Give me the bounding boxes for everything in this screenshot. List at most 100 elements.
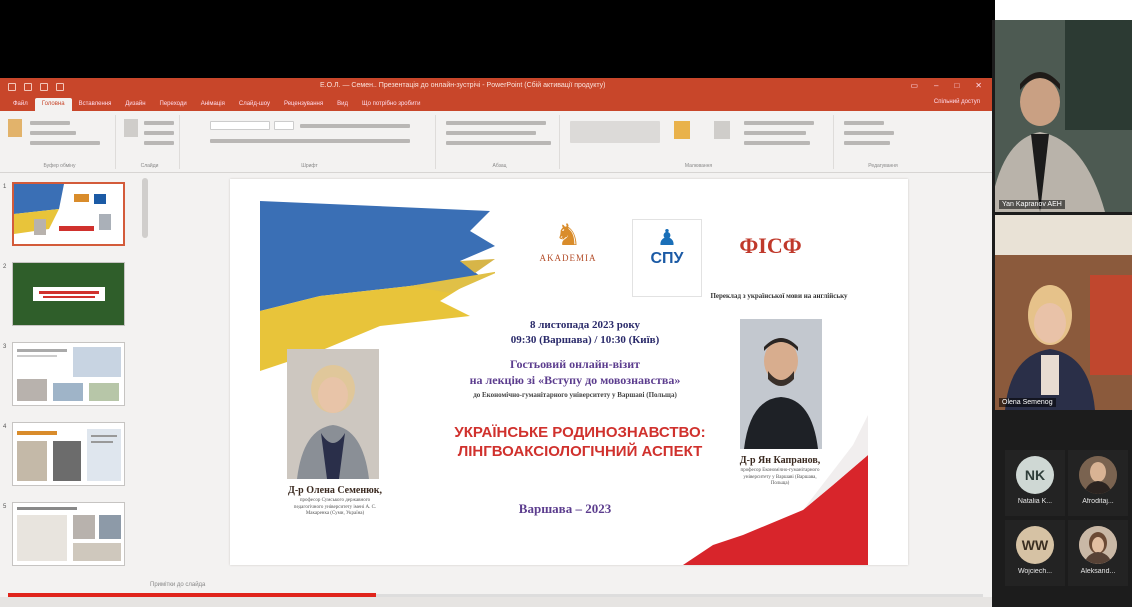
participant4-avatar (1079, 526, 1117, 564)
participant-tile-1[interactable]: NK Natalia K... (1005, 450, 1065, 516)
tab-transitions[interactable]: Переходи (153, 101, 194, 111)
save-icon[interactable] (8, 82, 16, 91)
akademia-logo-text: AKADEMIA (539, 253, 597, 263)
group-label-clipboard: Буфер обміну (43, 163, 76, 169)
group-label-drawing: Малювання (684, 163, 713, 169)
spu-logo-text: СПУ (650, 250, 684, 267)
video-tile-1[interactable]: Yan Kapranov AEH (995, 20, 1132, 212)
participant1-name: Natalia K... (1017, 498, 1053, 505)
thumb3-art (17, 347, 121, 401)
format-painter-button[interactable] (30, 141, 100, 145)
tab-insert[interactable]: Вставлення (72, 101, 119, 111)
video2-name-label: Olena Semenog (999, 398, 1056, 407)
thumb5-art (17, 507, 121, 561)
arrange-icon[interactable] (674, 121, 690, 139)
participant2-name: Afroditaj... (1082, 498, 1114, 505)
list-buttons[interactable] (446, 121, 546, 125)
replace-button[interactable] (844, 131, 894, 135)
shape-fill-button[interactable] (744, 121, 814, 125)
slide-thumbnail-3[interactable] (12, 342, 125, 406)
slide-thumbnail-2[interactable] (12, 262, 125, 326)
group-label-editing: Редагування (868, 163, 898, 169)
maximize-icon[interactable]: □ (954, 81, 959, 90)
group-label-font: Шрифт (301, 163, 318, 169)
thumb4-art (17, 429, 121, 481)
slide-thumbnail-4[interactable] (12, 422, 125, 486)
spu-logo: ♟ СПУ (632, 219, 702, 297)
thumbnail-scrollbar[interactable] (142, 178, 148, 238)
font-size-box[interactable] (274, 121, 294, 130)
cut-button[interactable] (30, 121, 70, 125)
black-top-bar (0, 0, 995, 78)
undo-icon[interactable] (24, 82, 32, 91)
shape-outline-button[interactable] (744, 131, 806, 135)
window-title: Е.О.Л. — Семен.. Презентація до онлайн-з… (320, 82, 606, 89)
group-font: Шрифт (184, 115, 436, 169)
video1-image (995, 20, 1132, 212)
select-button[interactable] (844, 141, 890, 145)
group-label-slides: Слайди (140, 163, 159, 169)
participant-tile-2[interactable]: Afroditaj... (1068, 450, 1128, 516)
paste-icon[interactable] (8, 119, 22, 137)
tab-file[interactable]: Файл (6, 101, 35, 111)
section-button[interactable] (144, 141, 174, 145)
ribbon-tabs: Файл Головна Вставлення Дизайн Переходи … (0, 95, 992, 111)
tab-view[interactable]: Вид (330, 101, 355, 111)
group-drawing: Малювання (564, 115, 834, 169)
new-slide-icon[interactable] (124, 119, 138, 137)
font-tools[interactable] (300, 124, 410, 128)
quick-styles-icon[interactable] (714, 121, 730, 139)
tell-me-search[interactable]: Що потрібно зробити (355, 101, 428, 111)
participant3-avatar: WW (1016, 526, 1054, 564)
quick-access-toolbar (8, 82, 64, 91)
akademia-logo: ♞ AKADEMIA (523, 219, 613, 263)
participant4-name: Aleksand... (1080, 568, 1116, 575)
participant2-avatar (1079, 456, 1117, 494)
video-tile-2[interactable]: Olena Semenog (995, 215, 1132, 410)
slide-thumbnail-5[interactable] (12, 502, 125, 566)
tab-animations[interactable]: Анімація (194, 101, 232, 111)
fisf-logo-text: ФІСФ (739, 233, 802, 258)
speaker-left-portrait (287, 349, 379, 479)
redo-icon[interactable] (40, 82, 48, 91)
copy-button[interactable] (30, 131, 76, 135)
slide-number-3: 3 (3, 344, 7, 350)
topic-title-line2: ЛІНГВОАКСІОЛОГІЧНИЙ АСПЕКТ (457, 443, 703, 460)
smartart-button[interactable] (446, 141, 551, 145)
notes-placeholder[interactable]: Примітки до слайда (150, 582, 205, 588)
shape-effects-button[interactable] (744, 141, 810, 145)
topic-title-line1: УКРАЇНСЬКЕ РОДИНОЗНАВСТВО: (454, 424, 706, 441)
reset-button[interactable] (144, 131, 174, 135)
event-time: 09:30 (Варшава) / 10:30 (Київ) (510, 334, 660, 346)
tab-design[interactable]: Дизайн (118, 101, 152, 111)
minimize-icon[interactable]: – (934, 81, 938, 90)
participant2-photo (1079, 456, 1117, 494)
text-direction-button[interactable] (446, 131, 536, 135)
status-bar (0, 597, 992, 607)
ribbon-options-icon[interactable]: ▭ (910, 81, 918, 90)
participant-tile-3[interactable]: WW Wojciech... (1005, 520, 1065, 586)
font-format-buttons[interactable] (210, 139, 410, 143)
tab-review[interactable]: Рецензування (277, 101, 330, 111)
right-speaker-name: Д-р Ян Капранов, (739, 455, 821, 466)
spu-figure-icon: ♟ (657, 225, 677, 250)
layout-button[interactable] (144, 121, 174, 125)
city-year: Варшава – 2023 (518, 501, 612, 516)
tab-home[interactable]: Головна (34, 98, 72, 111)
font-name-box[interactable] (210, 121, 270, 130)
group-paragraph: Абзац (440, 115, 560, 169)
tab-slideshow[interactable]: Слайд-шоу (232, 101, 277, 111)
close-icon[interactable]: ✕ (975, 81, 982, 90)
shapes-gallery[interactable] (570, 121, 660, 143)
right-speaker-desc: професор Економічно-гуманітарного універ… (740, 468, 820, 486)
left-speaker-desc: професор Сумського державного педагогічн… (293, 498, 377, 516)
find-button[interactable] (844, 121, 884, 125)
slideshow-icon[interactable] (56, 82, 64, 91)
fisf-logo: ФІСФ (738, 233, 803, 259)
group-editing: Редагування (838, 115, 928, 169)
translation-note: Переклад з української мови на англійськ… (710, 292, 848, 300)
slide-number-4: 4 (3, 424, 7, 430)
participant-tile-4[interactable]: Aleksand... (1068, 520, 1128, 586)
slide-thumbnail-1[interactable] (12, 182, 125, 246)
share-button[interactable]: Спільний доступ (934, 99, 980, 105)
